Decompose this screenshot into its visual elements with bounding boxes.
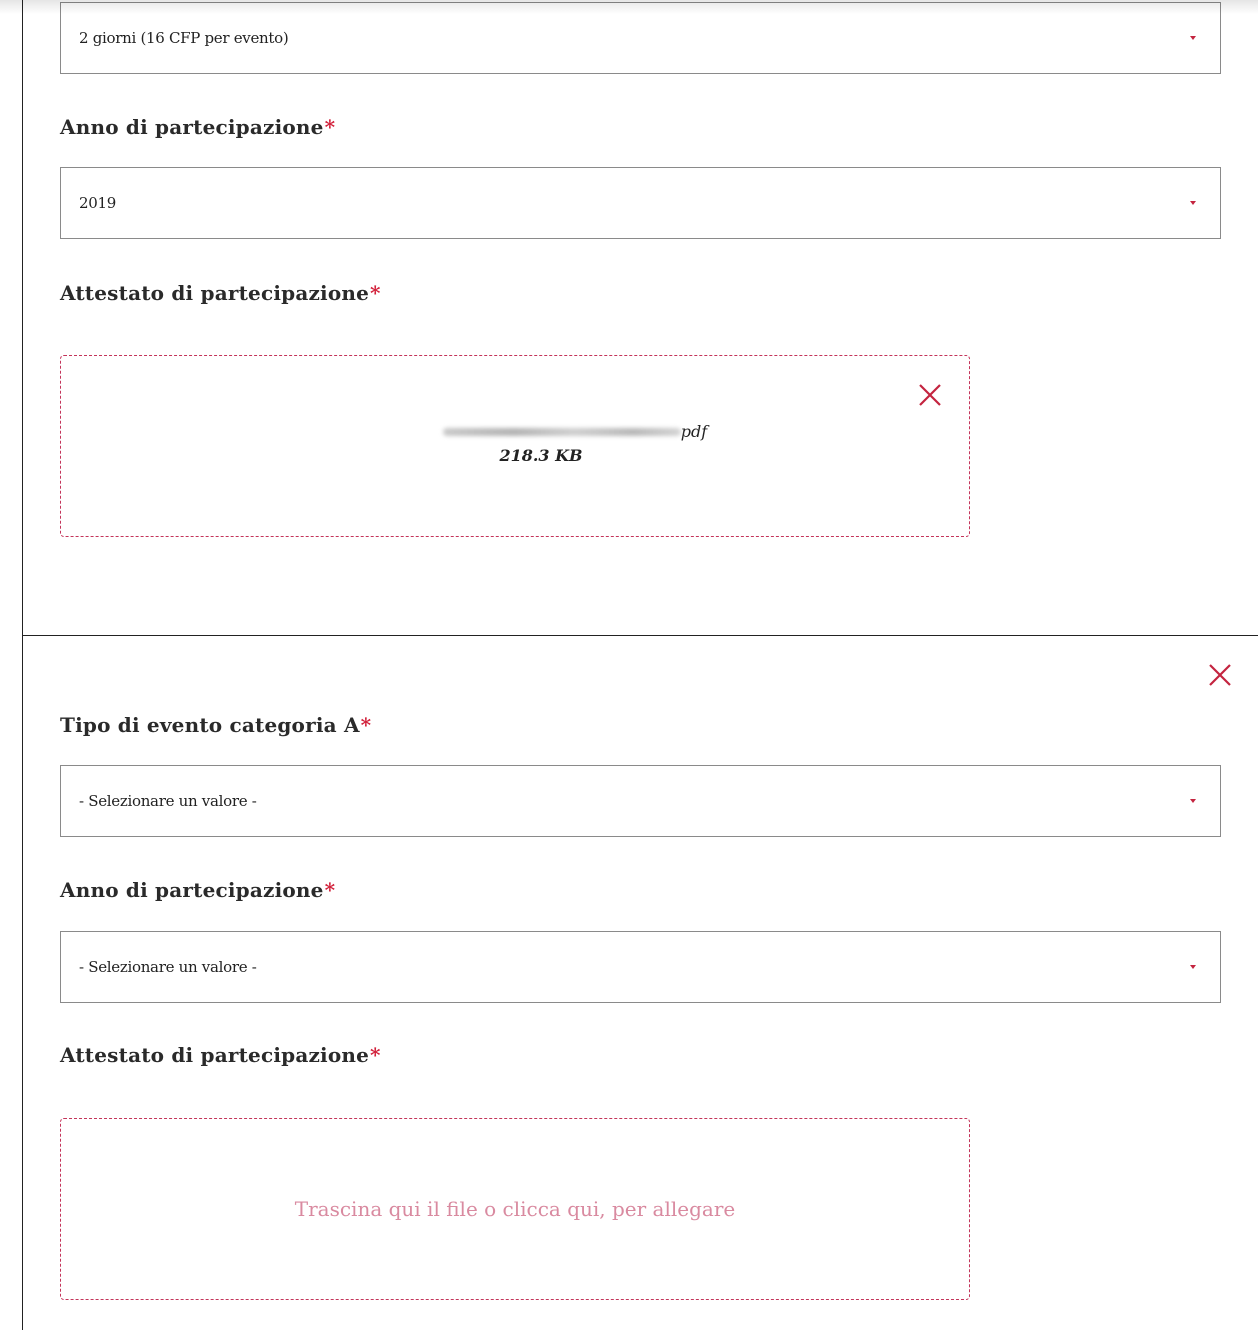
close-icon[interactable] bbox=[917, 382, 943, 408]
year-label: Anno di partecipazione* bbox=[60, 115, 335, 139]
certificate-label-2-text: Attestato di partecipazione bbox=[60, 1043, 370, 1067]
event-days-select-value: 2 giorni (16 CFP per evento) bbox=[79, 29, 289, 47]
caret-down-icon bbox=[1190, 965, 1196, 969]
required-marker: * bbox=[360, 713, 372, 737]
certificate-label-2: Attestato di partecipazione* bbox=[60, 1043, 381, 1067]
year-label-2-text: Anno di partecipazione bbox=[60, 878, 324, 902]
file-size: 218.3 KB bbox=[499, 446, 583, 465]
year-label-2: Anno di partecipazione* bbox=[60, 878, 335, 902]
required-marker: * bbox=[324, 878, 336, 902]
certificate-dropzone[interactable]: Trascina qui il file o clicca qui, per a… bbox=[60, 1118, 970, 1300]
event-type-label: Tipo di evento categoria A* bbox=[60, 713, 371, 737]
required-marker: * bbox=[370, 1043, 381, 1067]
caret-down-icon bbox=[1190, 799, 1196, 803]
certificate-label-text: Attestato di partecipazione bbox=[60, 281, 370, 305]
event-type-select-value: - Selezionare un valore - bbox=[79, 792, 257, 810]
certificate-label: Attestato di partecipazione* bbox=[60, 281, 381, 305]
file-name: pdf bbox=[61, 422, 969, 442]
left-border bbox=[22, 0, 23, 1330]
file-extension: pdf bbox=[680, 422, 708, 441]
caret-down-icon bbox=[1190, 36, 1196, 40]
uploaded-file-info: pdf 218.3 KB bbox=[61, 422, 969, 465]
year-select[interactable]: 2019 bbox=[60, 167, 1221, 239]
dropzone-hint[interactable]: Trascina qui il file o clicca qui, per a… bbox=[61, 1197, 969, 1221]
required-marker: * bbox=[324, 115, 336, 139]
event-type-select[interactable]: - Selezionare un valore - bbox=[60, 765, 1221, 837]
year-select-value: 2019 bbox=[79, 194, 116, 212]
year-select-2[interactable]: - Selezionare un valore - bbox=[60, 931, 1221, 1003]
year-label-text: Anno di partecipazione bbox=[60, 115, 324, 139]
event-type-label-text: Tipo di evento categoria A bbox=[60, 713, 360, 737]
remove-event-close-icon[interactable] bbox=[1207, 662, 1233, 688]
redacted-file-name bbox=[442, 428, 681, 436]
year-select-2-value: - Selezionare un valore - bbox=[79, 958, 257, 976]
uploaded-file-dropzone[interactable]: pdf 218.3 KB bbox=[60, 355, 970, 537]
required-marker: * bbox=[370, 281, 381, 305]
top-scroll-shadow bbox=[0, 0, 1258, 14]
caret-down-icon bbox=[1190, 201, 1196, 205]
section-divider bbox=[22, 635, 1258, 636]
